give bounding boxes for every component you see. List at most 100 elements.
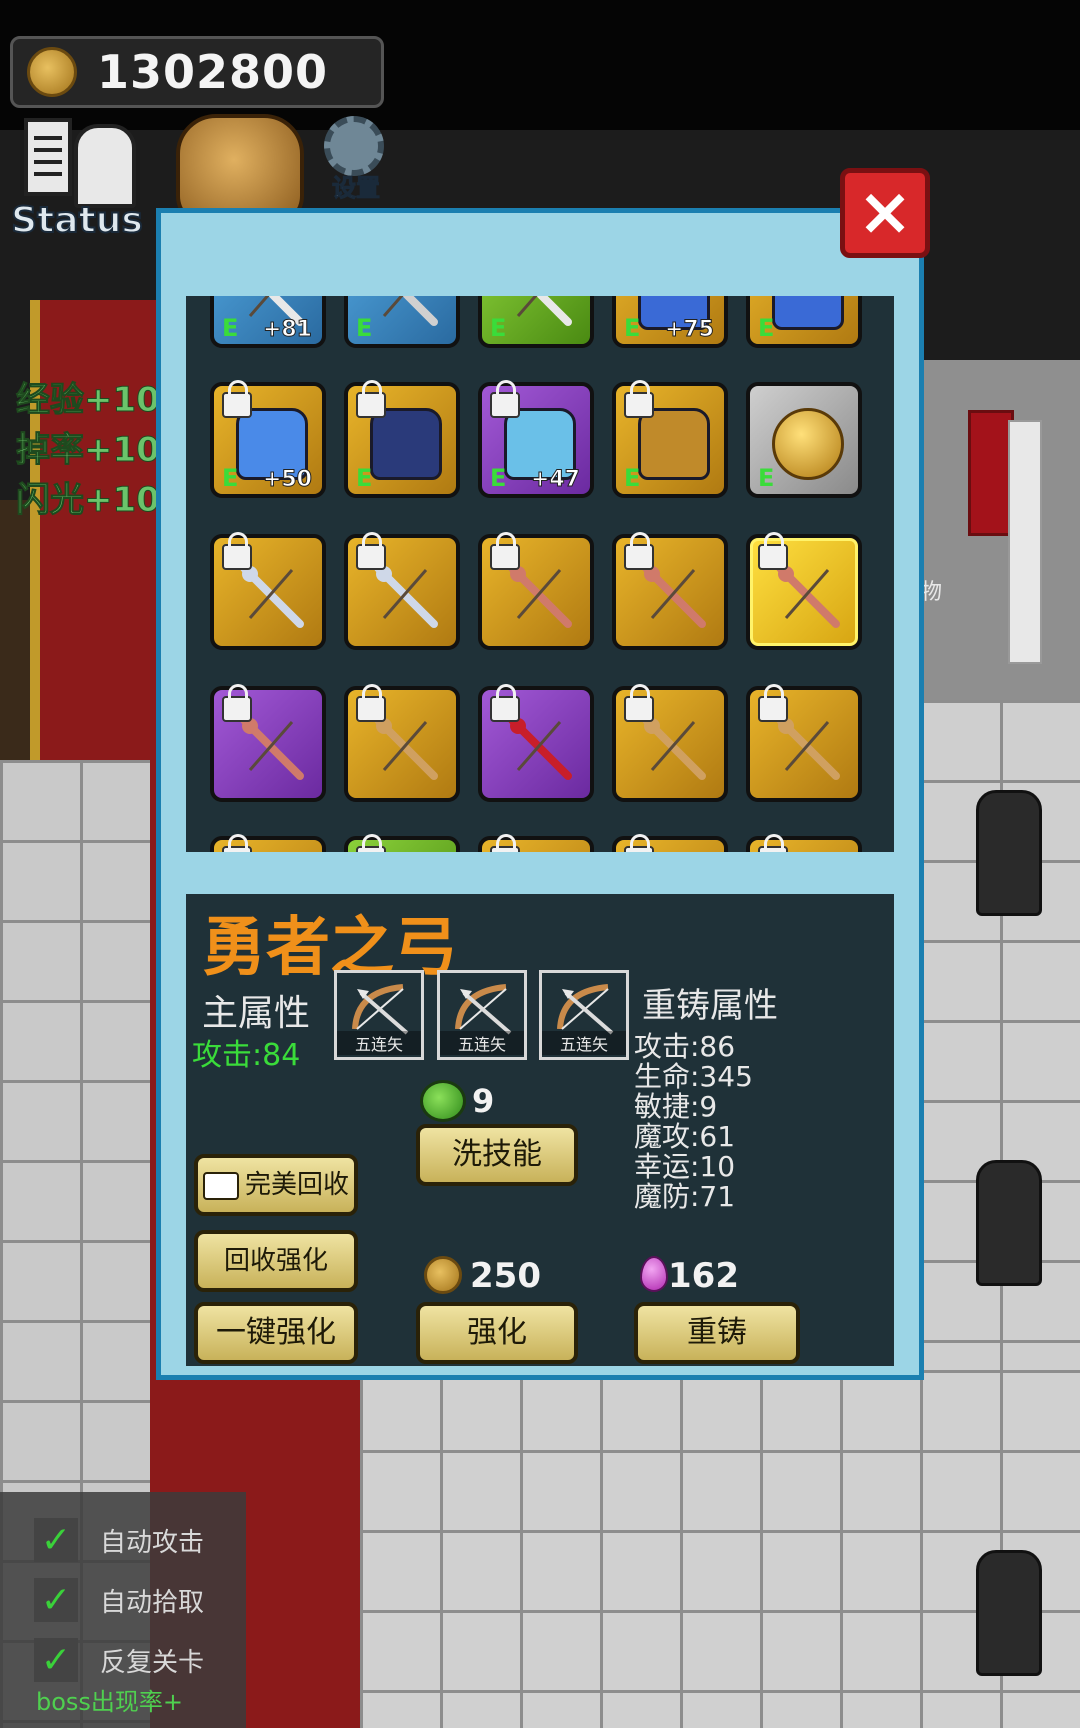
bow-icon — [772, 560, 844, 632]
reforge-stat: 魔攻:61 — [634, 1120, 736, 1153]
lock-icon — [356, 532, 386, 570]
lock-icon — [624, 684, 654, 722]
lock-icon — [356, 834, 386, 852]
lock-icon — [222, 684, 252, 722]
reforge-stat: 魔防:71 — [634, 1180, 736, 1213]
enhance-button[interactable]: 强化 — [416, 1302, 578, 1364]
main-attribute-value: 攻击:84 — [192, 1038, 301, 1073]
inventory-slot[interactable] — [746, 532, 862, 650]
lock-icon — [624, 380, 654, 418]
inventory-slot[interactable] — [612, 834, 728, 852]
skill-label: 五连矢 — [337, 1031, 421, 1055]
inventory-slot[interactable] — [478, 684, 594, 802]
skill-slot[interactable]: 五连矢 — [539, 970, 629, 1060]
lock-icon — [758, 532, 788, 570]
enhance-level: +47 — [530, 467, 580, 493]
potion-icon — [420, 1080, 466, 1122]
equipped-mark: E — [356, 314, 373, 342]
status-label: Status — [10, 199, 144, 242]
main-attribute-label: 主属性 — [202, 993, 311, 1034]
bow-icon — [352, 984, 409, 1035]
enhance-level: +75 — [664, 317, 714, 343]
skill-label: 五连矢 — [440, 1031, 524, 1055]
inventory-slot[interactable] — [344, 684, 460, 802]
reforge-stat: 生命:345 — [634, 1060, 753, 1093]
inventory-slot[interactable] — [210, 684, 326, 802]
inventory-slot[interactable] — [612, 684, 728, 802]
inventory-slot[interactable]: E — [612, 380, 728, 498]
gold-amount: 1302800 — [97, 45, 329, 99]
inventory-slot[interactable] — [746, 834, 862, 852]
one-key-enhance-button[interactable]: 一键强化 — [194, 1302, 358, 1364]
inventory-slot[interactable]: E +75 — [612, 296, 728, 348]
inventory-slot[interactable] — [210, 532, 326, 650]
perfect-recycle-label: 完美回收 — [244, 1170, 349, 1200]
inventory-slot[interactable]: E +47 — [478, 380, 594, 498]
claw-icon — [236, 560, 308, 632]
recycle-enhance-button[interactable]: 回收强化70% — [194, 1230, 358, 1330]
lock-icon — [490, 684, 520, 722]
inventory-slot[interactable] — [344, 532, 460, 650]
inventory-grid[interactable]: E +81 E E E +75 E E +50 E E +47 E E — [186, 296, 894, 852]
checkmark-icon[interactable]: ✓ — [34, 1638, 78, 1682]
inventory-slot[interactable] — [478, 532, 594, 650]
inventory-slot[interactable] — [478, 834, 594, 852]
knight-statue — [976, 1550, 1042, 1676]
buff-exp: 经验+10 — [16, 380, 161, 421]
equipped-mark: E — [222, 314, 239, 342]
boss-rate-text: boss出现率+ — [36, 1688, 184, 1716]
toggle-repeat-stage[interactable]: ✓ 反复关卡 — [34, 1636, 204, 1684]
boots-icon — [370, 408, 442, 480]
wash-skill-button[interactable]: 洗技能 — [416, 1124, 578, 1186]
inventory-slot[interactable]: E +50 — [210, 380, 326, 498]
gold-orb-icon — [772, 408, 844, 480]
equipped-mark: E — [222, 464, 239, 492]
checkmark-icon[interactable]: ✓ — [34, 1518, 78, 1562]
equipped-mark: E — [758, 464, 775, 492]
staff-icon — [370, 712, 442, 784]
lock-icon — [222, 834, 252, 852]
inventory-slot[interactable]: E +81 — [210, 296, 326, 348]
inventory-slot[interactable] — [612, 532, 728, 650]
reforge-stat: 敏捷:9 — [634, 1090, 718, 1123]
enhance-level: +50 — [262, 467, 312, 493]
inventory-slot[interactable]: E — [478, 296, 594, 348]
perfect-recycle-button[interactable]: 完美回收 — [194, 1154, 358, 1216]
tile-floor-bottom — [360, 1370, 1080, 1728]
skill-slot[interactable]: 五连矢 — [334, 970, 424, 1060]
lock-icon — [356, 684, 386, 722]
close-button[interactable]: × — [840, 168, 930, 258]
inventory-slot[interactable] — [344, 834, 460, 852]
gold-coin-icon — [424, 1256, 462, 1294]
inventory-slot[interactable]: E — [746, 296, 862, 348]
bow-icon — [236, 712, 308, 784]
reforge-button[interactable]: 重铸 — [634, 1302, 800, 1364]
buff-drop-rate: 掉率+10 — [16, 430, 161, 471]
lock-icon — [490, 380, 520, 418]
enhance-cost: 250 — [470, 1256, 541, 1296]
bow-icon — [638, 560, 710, 632]
potion-count: 9 — [472, 1082, 495, 1120]
reforge-cost: 162 — [668, 1256, 739, 1296]
ring-icon — [638, 408, 710, 480]
lock-icon — [222, 532, 252, 570]
equipped-mark: E — [624, 314, 641, 342]
document-icon — [24, 118, 72, 196]
skill-slot[interactable]: 五连矢 — [437, 970, 527, 1060]
bow-icon — [557, 984, 614, 1035]
settings-button[interactable]: 设置 — [316, 112, 396, 203]
inventory-slot[interactable]: E — [746, 382, 862, 498]
toggle-auto-pickup[interactable]: ✓ 自动拾取 — [34, 1576, 204, 1624]
equipped-mark: E — [624, 464, 641, 492]
settings-label: 设置 — [332, 174, 381, 203]
inventory-slot[interactable]: E — [344, 380, 460, 498]
inventory-slot[interactable]: E — [344, 296, 460, 348]
armor-icon — [772, 296, 844, 330]
inventory-slot[interactable] — [746, 684, 862, 802]
staff-icon — [638, 712, 710, 784]
toggle-auto-attack[interactable]: ✓ 自动攻击 — [34, 1516, 204, 1564]
status-button[interactable]: Status — [10, 112, 144, 242]
claw-icon — [370, 560, 442, 632]
inventory-slot[interactable] — [210, 834, 326, 852]
checkmark-icon[interactable]: ✓ — [34, 1578, 78, 1622]
